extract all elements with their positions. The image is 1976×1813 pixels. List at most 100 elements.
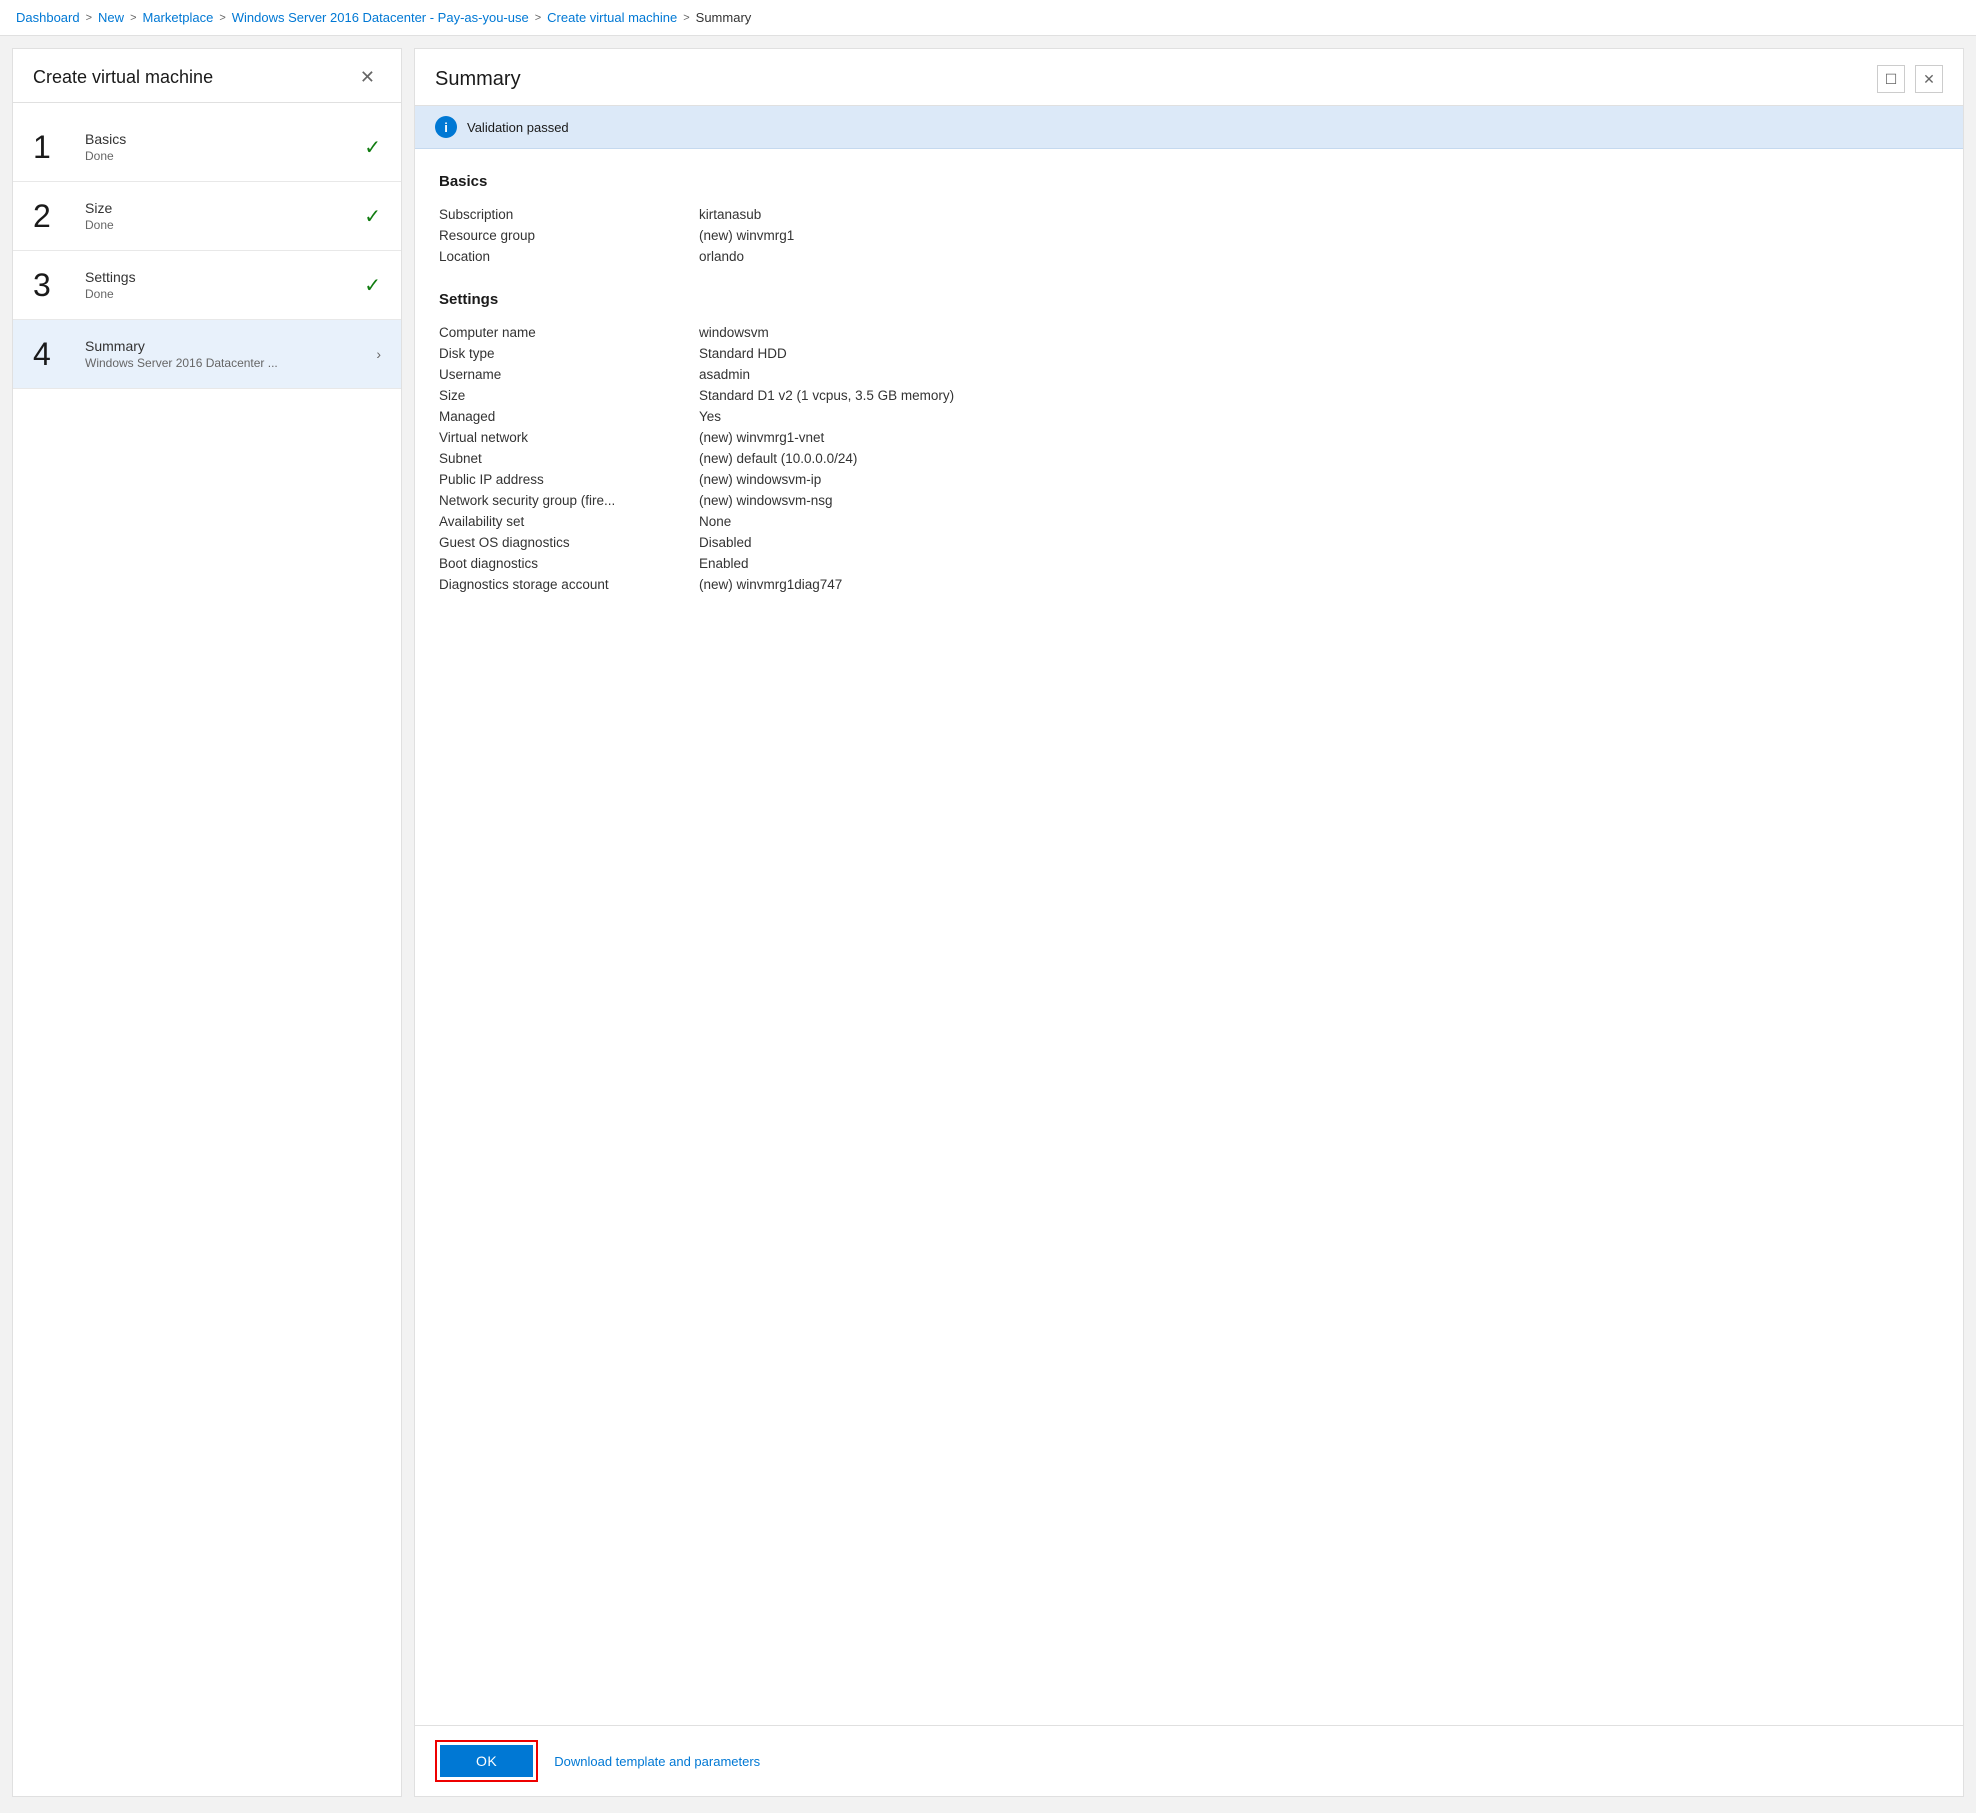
table-row: Network security group (fire...(new) win… — [439, 490, 1939, 511]
row-label: Managed — [439, 406, 699, 427]
breadcrumb-current: Summary — [696, 10, 752, 25]
row-value: (new) default (10.0.0.0/24) — [699, 448, 1939, 469]
table-row: Locationorlando — [439, 246, 1939, 267]
step-1-status: Done — [85, 149, 356, 163]
row-label: Resource group — [439, 225, 699, 246]
table-row: Diagnostics storage account(new) winvmrg… — [439, 574, 1939, 595]
table-row: Subscriptionkirtanasub — [439, 204, 1939, 225]
breadcrumb-new[interactable]: New — [98, 10, 124, 25]
right-panel-close-button[interactable]: ✕ — [1915, 65, 1943, 93]
left-panel-header: Create virtual machine ✕ — [13, 49, 401, 103]
info-icon: i — [435, 116, 457, 138]
row-value: asadmin — [699, 364, 1939, 385]
basics-table: SubscriptionkirtanasubResource group(new… — [439, 204, 1939, 267]
row-value: (new) windowsvm-ip — [699, 469, 1939, 490]
step-2-status: Done — [85, 218, 356, 232]
row-label: Username — [439, 364, 699, 385]
step-2-checkmark-icon: ✓ — [364, 204, 381, 229]
right-panel-header: Summary ☐ ✕ — [415, 49, 1963, 106]
row-value: kirtanasub — [699, 204, 1939, 225]
row-value: orlando — [699, 246, 1939, 267]
step-4-number: 4 — [33, 338, 73, 370]
row-value: Yes — [699, 406, 1939, 427]
download-template-link[interactable]: Download template and parameters — [554, 1754, 760, 1769]
row-value: Standard HDD — [699, 343, 1939, 364]
step-3-number: 3 — [33, 269, 73, 301]
validation-banner: i Validation passed — [415, 106, 1963, 149]
table-row: Virtual network(new) winvmrg1-vnet — [439, 427, 1939, 448]
right-panel-title: Summary — [435, 68, 521, 91]
wizard-step-1[interactable]: 1 Basics Done ✓ — [13, 113, 401, 182]
wizard-step-4[interactable]: 4 Summary Windows Server 2016 Datacenter… — [13, 320, 401, 389]
wizard-steps: 1 Basics Done ✓ 2 Size Done ✓ 3 — [13, 103, 401, 1796]
ok-button-wrapper: OK — [435, 1740, 538, 1782]
breadcrumb-dashboard[interactable]: Dashboard — [16, 10, 80, 25]
table-row: Public IP address(new) windowsvm-ip — [439, 469, 1939, 490]
row-label: Network security group (fire... — [439, 490, 699, 511]
step-1-checkmark-icon: ✓ — [364, 135, 381, 160]
table-row: Boot diagnosticsEnabled — [439, 553, 1939, 574]
summary-content: Basics SubscriptionkirtanasubResource gr… — [415, 149, 1963, 1725]
step-3-info: Settings Done — [85, 269, 356, 301]
table-row: Subnet(new) default (10.0.0.0/24) — [439, 448, 1939, 469]
right-panel: Summary ☐ ✕ i Validation passed Basics S… — [414, 48, 1964, 1797]
row-label: Disk type — [439, 343, 699, 364]
row-value: Enabled — [699, 553, 1939, 574]
row-label: Guest OS diagnostics — [439, 532, 699, 553]
step-1-number: 1 — [33, 131, 73, 163]
row-value: Disabled — [699, 532, 1939, 553]
breadcrumb-sep-5: > — [683, 12, 689, 24]
table-row: Disk typeStandard HDD — [439, 343, 1939, 364]
row-value: (new) winvmrg1 — [699, 225, 1939, 246]
settings-section-title: Settings — [439, 291, 1939, 308]
row-label: Subnet — [439, 448, 699, 469]
step-4-chevron-icon: › — [376, 346, 381, 362]
row-value: (new) windowsvm-nsg — [699, 490, 1939, 511]
wizard-step-3[interactable]: 3 Settings Done ✓ — [13, 251, 401, 320]
row-label: Computer name — [439, 322, 699, 343]
basics-section-title: Basics — [439, 173, 1939, 190]
right-panel-footer: OK Download template and parameters — [415, 1725, 1963, 1796]
table-row: Guest OS diagnosticsDisabled — [439, 532, 1939, 553]
table-row: ManagedYes — [439, 406, 1939, 427]
table-row: Availability setNone — [439, 511, 1939, 532]
wizard-step-2[interactable]: 2 Size Done ✓ — [13, 182, 401, 251]
row-value: Standard D1 v2 (1 vcpus, 3.5 GB memory) — [699, 385, 1939, 406]
main-content: Create virtual machine ✕ 1 Basics Done ✓… — [0, 36, 1976, 1809]
step-3-status: Done — [85, 287, 356, 301]
step-1-name: Basics — [85, 131, 356, 147]
step-2-info: Size Done — [85, 200, 356, 232]
row-label: Availability set — [439, 511, 699, 532]
table-row: Computer namewindowsvm — [439, 322, 1939, 343]
row-value: (new) winvmrg1diag747 — [699, 574, 1939, 595]
ok-button[interactable]: OK — [440, 1745, 533, 1777]
left-panel: Create virtual machine ✕ 1 Basics Done ✓… — [12, 48, 402, 1797]
step-4-name: Summary — [85, 338, 368, 354]
row-label: Diagnostics storage account — [439, 574, 699, 595]
step-1-info: Basics Done — [85, 131, 356, 163]
left-panel-title: Create virtual machine — [33, 67, 213, 88]
restore-button[interactable]: ☐ — [1877, 65, 1905, 93]
validation-text: Validation passed — [467, 120, 569, 135]
row-label: Size — [439, 385, 699, 406]
breadcrumb-marketplace[interactable]: Marketplace — [143, 10, 214, 25]
left-panel-close-button[interactable]: ✕ — [354, 65, 381, 90]
row-label: Subscription — [439, 204, 699, 225]
step-2-number: 2 — [33, 200, 73, 232]
right-panel-controls: ☐ ✕ — [1877, 65, 1943, 93]
row-label: Location — [439, 246, 699, 267]
row-label: Public IP address — [439, 469, 699, 490]
row-value: (new) winvmrg1-vnet — [699, 427, 1939, 448]
step-3-name: Settings — [85, 269, 356, 285]
step-3-checkmark-icon: ✓ — [364, 273, 381, 298]
breadcrumb-sep-4: > — [535, 12, 541, 24]
row-value: None — [699, 511, 1939, 532]
settings-table: Computer namewindowsvmDisk typeStandard … — [439, 322, 1939, 595]
breadcrumb: Dashboard > New > Marketplace > Windows … — [0, 0, 1976, 36]
table-row: Resource group(new) winvmrg1 — [439, 225, 1939, 246]
row-value: windowsvm — [699, 322, 1939, 343]
step-2-name: Size — [85, 200, 356, 216]
row-label: Boot diagnostics — [439, 553, 699, 574]
breadcrumb-product[interactable]: Windows Server 2016 Datacenter - Pay-as-… — [232, 10, 529, 25]
breadcrumb-create-vm[interactable]: Create virtual machine — [547, 10, 677, 25]
